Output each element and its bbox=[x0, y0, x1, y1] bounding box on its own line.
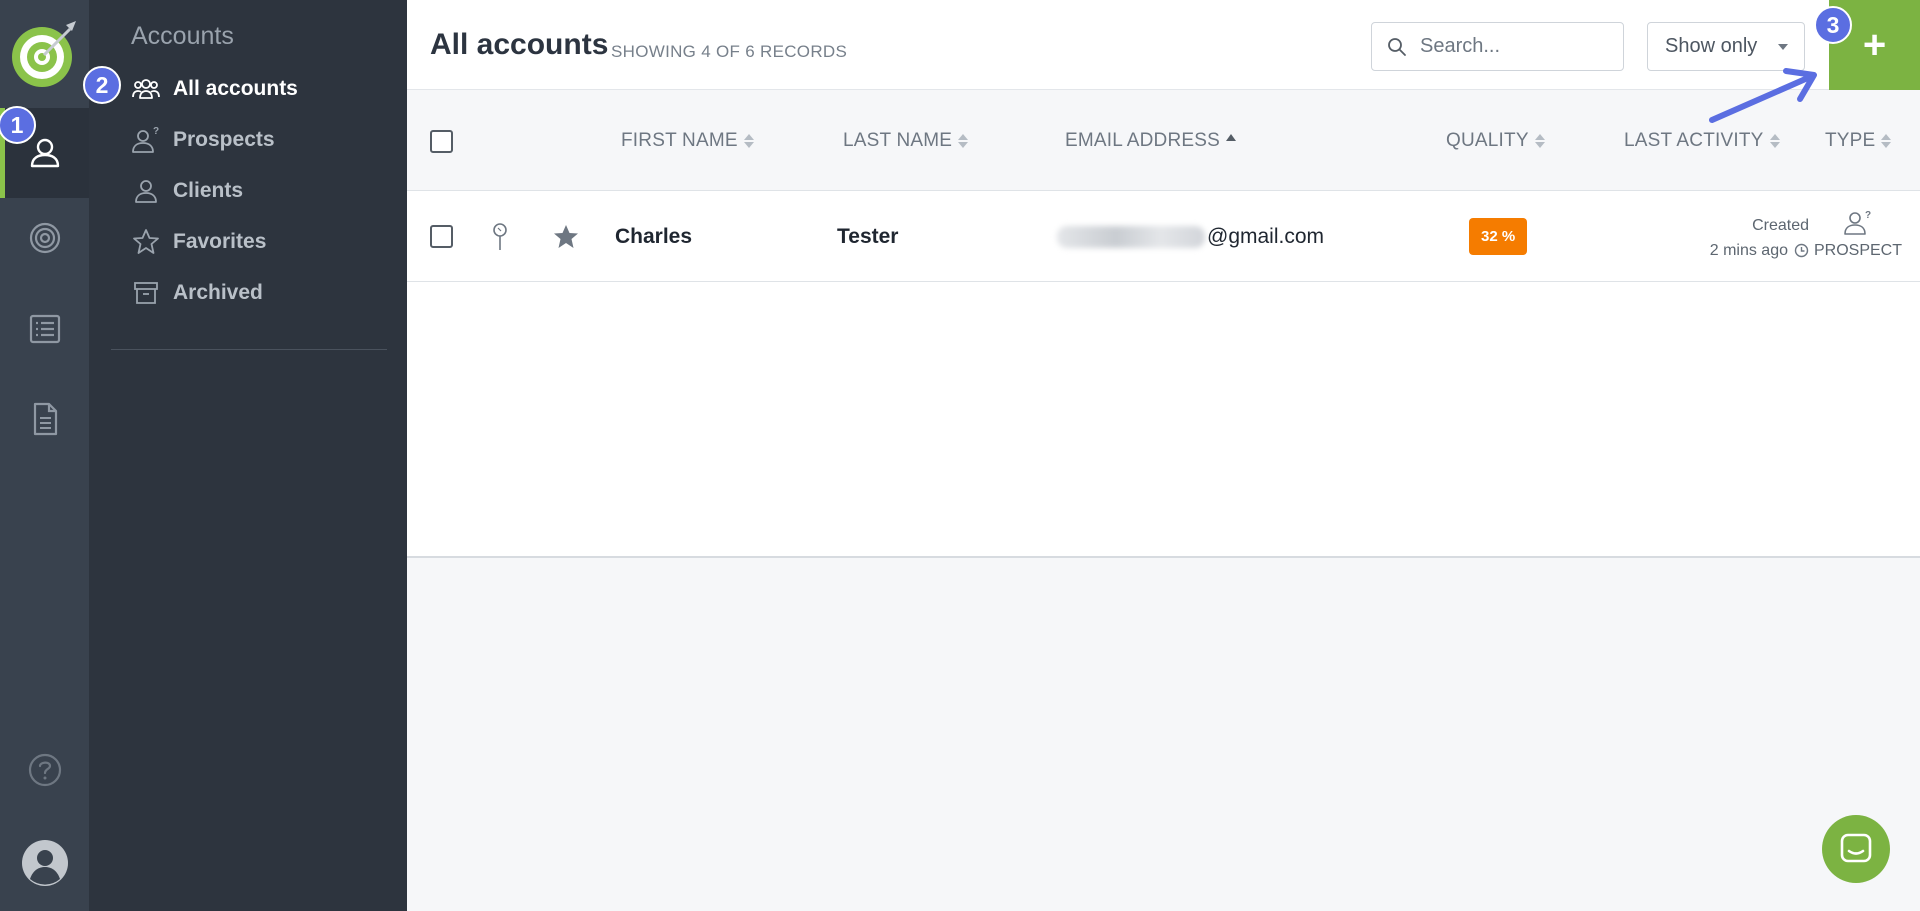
subnav-label-clients: Clients bbox=[173, 179, 244, 202]
show-only-label: Show only bbox=[1665, 35, 1758, 57]
column-label: TYPE bbox=[1825, 130, 1876, 151]
pin-icon[interactable] bbox=[492, 222, 508, 252]
page-title: All accounts bbox=[430, 28, 609, 61]
document-icon bbox=[33, 402, 57, 436]
rail-item-goals[interactable] bbox=[0, 193, 89, 283]
column-label: LAST NAME bbox=[843, 130, 953, 151]
table-header: FIRST NAME LAST NAME EMAIL ADDRESS QUALI… bbox=[407, 90, 1920, 191]
archive-icon bbox=[134, 282, 158, 304]
avatar-icon bbox=[21, 840, 68, 886]
chat-launcher-button[interactable] bbox=[1822, 815, 1890, 883]
row-checkbox[interactable] bbox=[430, 225, 453, 248]
column-header-last-name[interactable]: LAST NAME bbox=[843, 130, 969, 152]
chevron-down-icon bbox=[1778, 43, 1788, 50]
column-header-first-name[interactable]: FIRST NAME bbox=[621, 130, 754, 152]
activity-time-row: 2 mins ago bbox=[1665, 238, 1809, 263]
email-cell[interactable]: @gmail.com bbox=[1057, 225, 1324, 249]
annotation-arrow bbox=[1709, 68, 1817, 123]
annotation-badge-2: 2 bbox=[83, 66, 121, 104]
column-label: QUALITY bbox=[1446, 130, 1529, 151]
show-only-dropdown[interactable]: Show only bbox=[1647, 22, 1805, 71]
subnav-item-prospects[interactable]: ? Prospects bbox=[131, 118, 275, 162]
rail-item-documents[interactable] bbox=[0, 374, 89, 464]
record-count: SHOWING 4 OF 6 RECORDS bbox=[611, 42, 848, 61]
list-icon bbox=[29, 314, 60, 344]
select-all-checkbox[interactable] bbox=[430, 130, 453, 153]
column-header-email[interactable]: EMAIL ADDRESS bbox=[1065, 130, 1236, 152]
quality-badge: 32 % bbox=[1469, 218, 1528, 255]
star-icon[interactable] bbox=[552, 223, 580, 251]
subnav-item-archived[interactable]: Archived bbox=[131, 271, 263, 315]
activity-time: 2 mins ago bbox=[1709, 242, 1788, 259]
sort-icon bbox=[958, 134, 969, 148]
subnav-item-favorites[interactable]: Favorites bbox=[131, 220, 266, 264]
rail-item-profile[interactable] bbox=[0, 818, 89, 908]
sort-icon bbox=[1881, 134, 1892, 148]
annotation-badge-3: 3 bbox=[1814, 6, 1852, 44]
rail-item-lists[interactable] bbox=[0, 284, 89, 374]
column-label: EMAIL ADDRESS bbox=[1065, 130, 1220, 151]
svg-text:?: ? bbox=[1865, 210, 1871, 221]
target-logo-icon bbox=[11, 21, 76, 87]
activity-label: Created bbox=[1752, 217, 1809, 234]
table-body: Charles Tester @gmail.com 32 % Created 2… bbox=[407, 191, 1920, 558]
search-input[interactable] bbox=[1420, 35, 1610, 58]
email-domain: @gmail.com bbox=[1207, 225, 1325, 248]
subnav-title: Accounts bbox=[131, 22, 234, 50]
prospect-icon: ? bbox=[1844, 210, 1871, 235]
sort-icon bbox=[743, 134, 754, 148]
sort-icon bbox=[1769, 134, 1780, 148]
last-activity-cell: Created 2 mins ago bbox=[1665, 213, 1809, 263]
group-icon bbox=[132, 79, 160, 99]
column-header-quality[interactable]: QUALITY bbox=[1446, 130, 1545, 152]
column-label: LAST ACTIVITY bbox=[1624, 130, 1764, 151]
person-icon bbox=[135, 180, 157, 203]
help-icon bbox=[28, 753, 61, 787]
page-header: All accounts SHOWING 4 OF 6 RECORDS Show… bbox=[407, 0, 1920, 90]
subnav-label-favorites: Favorites bbox=[173, 230, 267, 253]
table-row[interactable]: Charles Tester @gmail.com 32 % Created 2… bbox=[407, 191, 1920, 282]
subnav-label-archived: Archived bbox=[173, 281, 263, 304]
type-label: PROSPECT bbox=[1813, 242, 1902, 259]
target-icon bbox=[29, 222, 60, 254]
sort-icon bbox=[1534, 134, 1545, 148]
subnav-item-all-accounts[interactable]: All accounts bbox=[131, 67, 298, 111]
search-box[interactable] bbox=[1371, 22, 1624, 71]
svg-text:?: ? bbox=[153, 126, 159, 137]
first-name-cell[interactable]: Charles bbox=[615, 225, 692, 249]
column-header-last-activity[interactable]: LAST ACTIVITY bbox=[1624, 130, 1780, 152]
clock-icon bbox=[1794, 243, 1809, 258]
main-content: All accounts SHOWING 4 OF 6 RECORDS Show… bbox=[407, 0, 1920, 911]
star-icon bbox=[133, 229, 159, 254]
app-logo[interactable] bbox=[0, 0, 89, 108]
person-icon bbox=[30, 138, 59, 168]
prospect-icon: ? bbox=[132, 126, 159, 153]
subnav-divider bbox=[111, 349, 387, 350]
subnav-item-clients[interactable]: Clients bbox=[131, 169, 243, 213]
sort-ascending-icon bbox=[1226, 133, 1236, 141]
rail-item-help[interactable] bbox=[0, 725, 89, 815]
column-header-type[interactable]: TYPE bbox=[1825, 130, 1892, 152]
accounts-subnav: Accounts All accounts ? Prospects Client… bbox=[89, 0, 407, 911]
search-icon bbox=[1388, 37, 1406, 56]
last-name-cell[interactable]: Tester bbox=[837, 225, 898, 249]
redacted-email-user bbox=[1057, 226, 1205, 248]
type-cell: ? PROSPECT bbox=[1808, 209, 1908, 260]
column-label: FIRST NAME bbox=[621, 130, 738, 151]
subnav-label-prospects: Prospects bbox=[173, 128, 275, 151]
chat-icon bbox=[1840, 833, 1872, 863]
subnav-label-all-accounts: All accounts bbox=[173, 77, 298, 100]
